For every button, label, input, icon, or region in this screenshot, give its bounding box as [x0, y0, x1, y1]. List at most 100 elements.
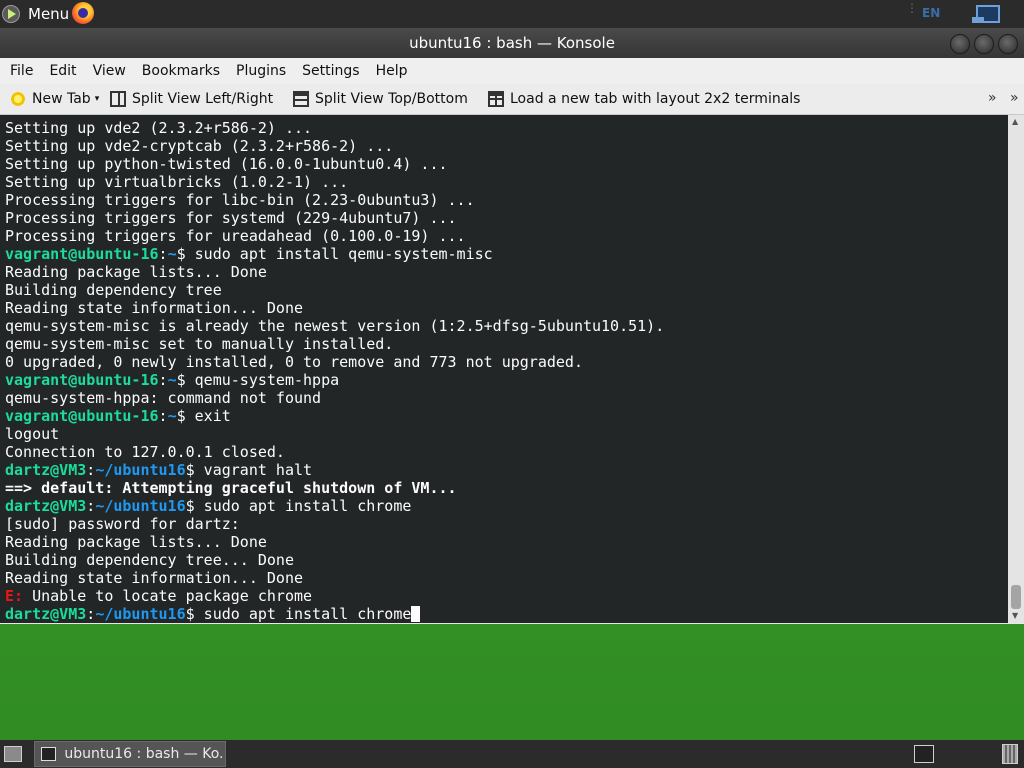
- prompt-path: ~/ubuntu16: [95, 605, 186, 623]
- prompt-user: dartz@VM3: [5, 605, 87, 623]
- terminal-line: Connection to 127.0.0.1 closed.: [5, 443, 1008, 461]
- new-tab-icon: [10, 91, 26, 107]
- error-prefix: E:: [5, 587, 24, 605]
- menu-edit[interactable]: Edit: [43, 63, 82, 79]
- taskbar-window-label: ubuntu16 : bash — Ko...: [64, 746, 225, 762]
- new-tab-button[interactable]: New Tab ▾: [10, 88, 99, 110]
- terminal-output: qemu-system-hppa: command not found: [5, 389, 322, 407]
- terminal-line: Setting up python-twisted (16.0.0-1ubunt…: [5, 155, 1008, 173]
- menubar: File Edit View Bookmarks Plugins Setting…: [0, 58, 1024, 84]
- terminal-output: logout: [5, 425, 60, 443]
- terminal-line: Processing triggers for libc-bin (2.23-0…: [5, 191, 1008, 209]
- menu-label: Menu: [28, 5, 70, 23]
- scroll-thumb[interactable]: [1011, 585, 1021, 609]
- scrollbar[interactable]: ▲ ▼: [1008, 115, 1024, 623]
- dropdown-arrow-icon: ▾: [94, 94, 100, 104]
- layout-grid-icon: [488, 91, 504, 107]
- prompt-path: ~: [167, 371, 177, 389]
- terminal-line: Building dependency tree... Done: [5, 551, 1008, 569]
- prompt-symbol: $: [185, 497, 195, 515]
- konsole-window: ubuntu16 : bash — Konsole File Edit View…: [0, 28, 1024, 624]
- firefox-icon[interactable]: [72, 2, 94, 24]
- terminal-output: Building dependency tree... Done: [5, 551, 294, 569]
- terminal-line: Processing triggers for systemd (229-4ub…: [5, 209, 1008, 227]
- terminal-command: sudo apt install chrome: [194, 605, 412, 623]
- split-top-bottom-label: Split View Top/Bottom: [315, 91, 468, 107]
- layout-2x2-label: Load a new tab with layout 2x2 terminals: [510, 91, 801, 107]
- top-panel: Menu ⋮ EN: [0, 0, 1024, 28]
- terminal-line: 0 upgraded, 0 newly installed, 0 to remo…: [5, 353, 1008, 371]
- taskbar-window-konsole[interactable]: ubuntu16 : bash — Ko...: [34, 741, 226, 767]
- text-cursor: [411, 606, 421, 622]
- menu-button[interactable]: Menu: [2, 3, 69, 25]
- prompt-path: ~: [167, 245, 177, 263]
- window-title: ubuntu16 : bash — Konsole: [409, 34, 615, 52]
- menu-plugins[interactable]: Plugins: [230, 63, 292, 79]
- layout-2x2-button[interactable]: Load a new tab with layout 2x2 terminals: [488, 88, 800, 110]
- taskbar: ubuntu16 : bash — Ko...: [0, 740, 1024, 768]
- terminal-line: qemu-system-misc is already the newest v…: [5, 317, 1008, 335]
- tray-grip-icon: ⋮: [906, 1, 918, 15]
- terminal-output: Processing triggers for ureadahead (0.10…: [5, 227, 466, 245]
- mint-menu-icon: [2, 5, 20, 23]
- terminal-output: Processing triggers for systemd (229-4ub…: [5, 209, 457, 227]
- trash-icon[interactable]: [1002, 744, 1018, 764]
- terminal-output: Reading state information... Done: [5, 569, 304, 587]
- terminal-command: exit: [185, 407, 231, 425]
- terminal-output: Unable to locate package chrome: [23, 587, 313, 605]
- terminal-command: qemu-system-hppa: [185, 371, 340, 389]
- prompt-user: dartz@VM3: [5, 497, 87, 515]
- terminal-line: vagrant@ubuntu-16:~$ sudo apt install qe…: [5, 245, 493, 263]
- split-left-right-label: Split View Left/Right: [132, 91, 274, 107]
- menu-settings[interactable]: Settings: [296, 63, 365, 79]
- terminal-output: qemu-system-misc is already the newest v…: [5, 317, 665, 335]
- close-button[interactable]: [998, 34, 1018, 54]
- terminal-line: dartz@VM3:~/ubuntu16$ vagrant halt: [5, 461, 313, 479]
- terminal-line: dartz@VM3:~/ubuntu16$ sudo apt install c…: [5, 497, 412, 515]
- terminal-line: Building dependency tree: [5, 281, 1008, 299]
- prompt-symbol: $: [176, 407, 186, 425]
- scroll-down-icon[interactable]: ▼: [1012, 611, 1018, 620]
- terminal-line: E: Unable to locate package chrome: [5, 587, 1008, 605]
- maximize-button[interactable]: [974, 34, 994, 54]
- terminal-command: vagrant halt: [194, 461, 313, 479]
- terminal-output: Setting up vde2-cryptcab (2.3.2+r586-2) …: [5, 137, 394, 155]
- window-titlebar[interactable]: ubuntu16 : bash — Konsole: [0, 28, 1024, 58]
- prompt-path: ~/ubuntu16: [95, 461, 186, 479]
- terminal-line: ==> default: Attempting graceful shutdow…: [5, 479, 1008, 497]
- terminal-line: dartz@VM3:~/ubuntu16$ sudo apt install c…: [5, 605, 1008, 623]
- scroll-up-icon[interactable]: ▲: [1012, 117, 1018, 126]
- terminal-output: Setting up virtualbricks (1.0.2-1) ...: [5, 173, 349, 191]
- menubar-overflow-button[interactable]: »: [1010, 90, 1019, 106]
- show-desktop-icon[interactable]: [4, 746, 22, 762]
- prompt-symbol: $: [185, 461, 195, 479]
- terminal-tray-icon[interactable]: [914, 745, 934, 763]
- terminal-line: Reading package lists... Done: [5, 533, 1008, 551]
- prompt-path: ~/ubuntu16: [95, 497, 186, 515]
- terminal-output: Reading state information... Done: [5, 299, 304, 317]
- terminal-line: vagrant@ubuntu-16:~$ qemu-system-hppa: [5, 371, 340, 389]
- terminal-line: Setting up vde2-cryptcab (2.3.2+r586-2) …: [5, 137, 1008, 155]
- terminal-output: Reading package lists... Done: [5, 533, 267, 551]
- terminal-line: logout: [5, 425, 1008, 443]
- split-top-bottom-button[interactable]: Split View Top/Bottom: [293, 88, 468, 110]
- network-icon[interactable]: [972, 5, 1000, 23]
- terminal-output: Connection to 127.0.0.1 closed.: [5, 443, 285, 461]
- toolbar-overflow-button[interactable]: »: [988, 90, 997, 106]
- terminal-output: qemu-system-misc set to manually install…: [5, 335, 394, 353]
- keyboard-layout-indicator[interactable]: EN: [922, 6, 940, 20]
- terminal-view[interactable]: Setting up vde2 (2.3.2+r586-2) ... Settin…: [0, 115, 1008, 623]
- terminal-line: vagrant@ubuntu-16:~$ exit: [5, 407, 231, 425]
- menu-view[interactable]: View: [87, 63, 132, 79]
- minimize-button[interactable]: [950, 34, 970, 54]
- terminal-output: 0 upgraded, 0 newly installed, 0 to remo…: [5, 353, 583, 371]
- terminal-command: sudo apt install qemu-system-misc: [185, 245, 493, 263]
- menu-bookmarks[interactable]: Bookmarks: [136, 63, 226, 79]
- menu-file[interactable]: File: [4, 63, 39, 79]
- terminal-line: [sudo] password for dartz:: [5, 515, 1008, 533]
- new-tab-label: New Tab: [32, 91, 91, 107]
- menu-help[interactable]: Help: [370, 63, 414, 79]
- split-left-right-button[interactable]: Split View Left/Right: [110, 88, 273, 110]
- terminal-output: Setting up python-twisted (16.0.0-1ubunt…: [5, 155, 448, 173]
- terminal-command: sudo apt install chrome: [194, 497, 412, 515]
